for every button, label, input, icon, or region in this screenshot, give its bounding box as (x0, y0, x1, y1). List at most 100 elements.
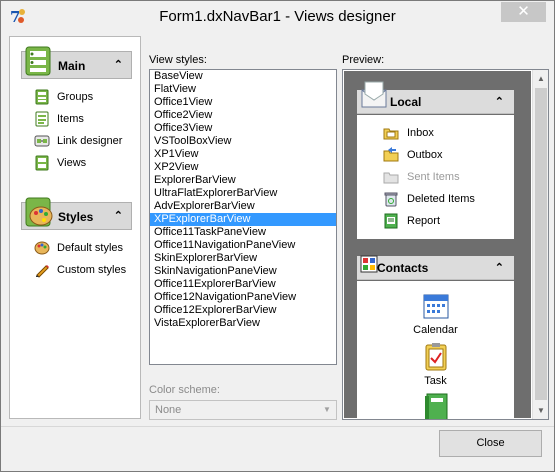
color-scheme-label: Color scheme: (149, 384, 220, 396)
view-style-option[interactable]: ExplorerBarView (150, 174, 336, 187)
task-icon (421, 342, 451, 372)
nav-item-views[interactable]: Views (34, 154, 86, 172)
chevron-up-icon[interactable]: ⌃ (114, 209, 123, 222)
nav-item-label: Link designer (57, 135, 123, 147)
window-title: Form1.dxNavBar1 - Views designer (159, 8, 396, 25)
notebook-icon (421, 392, 451, 419)
main-group-icon (23, 45, 55, 77)
preview-group-local-header[interactable]: Local ⌃ (357, 81, 514, 114)
view-style-option[interactable]: AdvExplorerBarView (150, 200, 336, 213)
view-styles-listbox[interactable]: BaseView FlatView Office1View Office2View Of… (149, 69, 337, 365)
views-icon (34, 155, 50, 171)
views-designer-window: 7 Form1.dxNavBar1 - Views designer ✕ Mai… (0, 0, 555, 472)
nav-item-label: Default styles (57, 242, 124, 254)
palette-icon (23, 196, 55, 228)
nav-group-styles-header[interactable]: Styles ⌃ (21, 197, 132, 230)
report-icon (383, 213, 399, 229)
close-button[interactable]: Close (439, 430, 542, 457)
items-icon (34, 111, 50, 127)
view-styles-list: BaseView FlatView Office1View Office2View Of… (150, 70, 336, 330)
view-style-option[interactable]: Office11ExplorerBarView (150, 278, 336, 291)
preview-item-sent-items[interactable]: Sent Items (383, 168, 460, 186)
view-style-option[interactable]: UltraFlatExplorerBarView (150, 187, 336, 200)
designer-nav-bar: Main ⌃ Groups Items Link designer Views … (9, 36, 141, 419)
preview-pane: Local ⌃ Inbox Outbox Sent Items Deleted … (342, 69, 549, 420)
preview-item-label: Task (424, 375, 447, 387)
preview-item-label: Deleted Items (407, 193, 475, 205)
view-style-option[interactable]: Office3View (150, 122, 336, 135)
preview-item-label: Report (407, 215, 441, 227)
preview-item-label: Inbox (407, 127, 434, 139)
view-style-option[interactable]: SkinExplorerBarView (150, 252, 336, 265)
chevron-up-icon[interactable]: ⌃ (495, 95, 504, 108)
preview-item-inbox[interactable]: Inbox (383, 124, 434, 142)
nav-item-label: Groups (57, 91, 94, 103)
nav-item-custom-styles[interactable]: Custom styles (34, 261, 126, 279)
nav-item-link-designer[interactable]: Link designer (34, 132, 122, 150)
preview-group-contacts-header[interactable]: Contacts ⌃ (357, 255, 514, 280)
view-styles-label: View styles: (149, 54, 207, 66)
view-style-option[interactable]: Office1View (150, 96, 336, 109)
preview-item-label: Sent Items (407, 171, 460, 183)
view-style-option[interactable]: SkinNavigationPaneView (150, 265, 336, 278)
view-style-option[interactable]: VSToolBoxView (150, 135, 336, 148)
view-style-option[interactable]: FlatView (150, 83, 336, 96)
nav-group-main-header[interactable]: Main ⌃ (21, 46, 132, 79)
calendar-icon (421, 291, 451, 321)
chevron-up-icon[interactable]: ⌃ (495, 261, 504, 274)
nav-item-label: Views (57, 157, 87, 169)
view-style-option[interactable]: Office12NavigationPaneView (150, 291, 336, 304)
view-style-option[interactable]: XP2View (150, 161, 336, 174)
nav-group-main-title: Main (58, 59, 86, 73)
chevron-down-icon[interactable]: ▼ (319, 402, 335, 418)
nav-group-styles-title: Styles (58, 210, 94, 224)
view-style-option[interactable]: BaseView (150, 70, 336, 83)
nav-item-label: Items (57, 113, 84, 125)
preview-item-label: Outbox (407, 149, 443, 161)
outbox-folder-icon (383, 147, 399, 163)
recycle-bin-icon (383, 191, 399, 207)
contacts-icon (360, 255, 378, 273)
nav-item-label: Custom styles (57, 264, 127, 276)
view-style-option[interactable]: Office11TaskPaneView (150, 226, 336, 239)
preview-item-task[interactable]: Task (357, 342, 514, 387)
preview-scrollbar[interactable]: ▲ ▼ (532, 70, 548, 419)
inbox-folder-icon (383, 125, 399, 141)
preview-item-calendar[interactable]: Calendar (357, 291, 514, 336)
preview-label: Preview: (342, 54, 385, 66)
preview-group-local-body: Inbox Outbox Sent Items Deleted Items Re… (357, 115, 514, 239)
preview-item-deleted-items[interactable]: Deleted Items (383, 190, 475, 208)
nav-item-groups[interactable]: Groups (34, 88, 93, 106)
view-style-option[interactable]: Office12ExplorerBarView (150, 304, 336, 317)
chevron-up-icon[interactable]: ⌃ (114, 58, 123, 71)
preview-item-label: Calendar (413, 324, 458, 336)
preview-group-contacts-body: Calendar Task (357, 281, 514, 419)
view-style-option[interactable]: XP1View (150, 148, 336, 161)
sent-items-icon (383, 169, 399, 185)
pencil-icon (34, 262, 50, 278)
window-close-button[interactable]: ✕ (501, 2, 546, 22)
palette-small-icon (34, 240, 50, 256)
view-style-option[interactable]: Office11NavigationPaneView (150, 239, 336, 252)
preview-group-local-title: Local (390, 95, 422, 109)
preview-item-outbox[interactable]: Outbox (383, 146, 442, 164)
mail-envelope-icon (360, 80, 388, 110)
nav-item-items[interactable]: Items (34, 110, 84, 128)
scroll-thumb[interactable] (535, 88, 547, 400)
preview-item-notebook[interactable] (357, 392, 514, 419)
preview-canvas: Local ⌃ Inbox Outbox Sent Items Deleted … (344, 71, 531, 419)
preview-item-report[interactable]: Report (383, 212, 440, 230)
scroll-up-icon[interactable]: ▲ (533, 70, 548, 87)
nav-item-default-styles[interactable]: Default styles (34, 239, 123, 257)
link-designer-icon (34, 133, 50, 149)
close-icon: ✕ (517, 2, 530, 20)
title-bar: 7 Form1.dxNavBar1 - Views designer ✕ (1, 1, 554, 31)
color-scheme-value: None (155, 404, 182, 416)
view-style-option[interactable]: Office2View (150, 109, 336, 122)
color-scheme-select[interactable]: None ▼ (149, 400, 337, 420)
view-style-option[interactable]: XPExplorerBarView (150, 213, 336, 226)
view-style-option[interactable]: VistaExplorerBarView (150, 317, 336, 330)
scroll-down-icon[interactable]: ▼ (533, 402, 548, 419)
groups-icon (34, 89, 50, 105)
preview-group-contacts-title: Contacts (377, 261, 429, 275)
